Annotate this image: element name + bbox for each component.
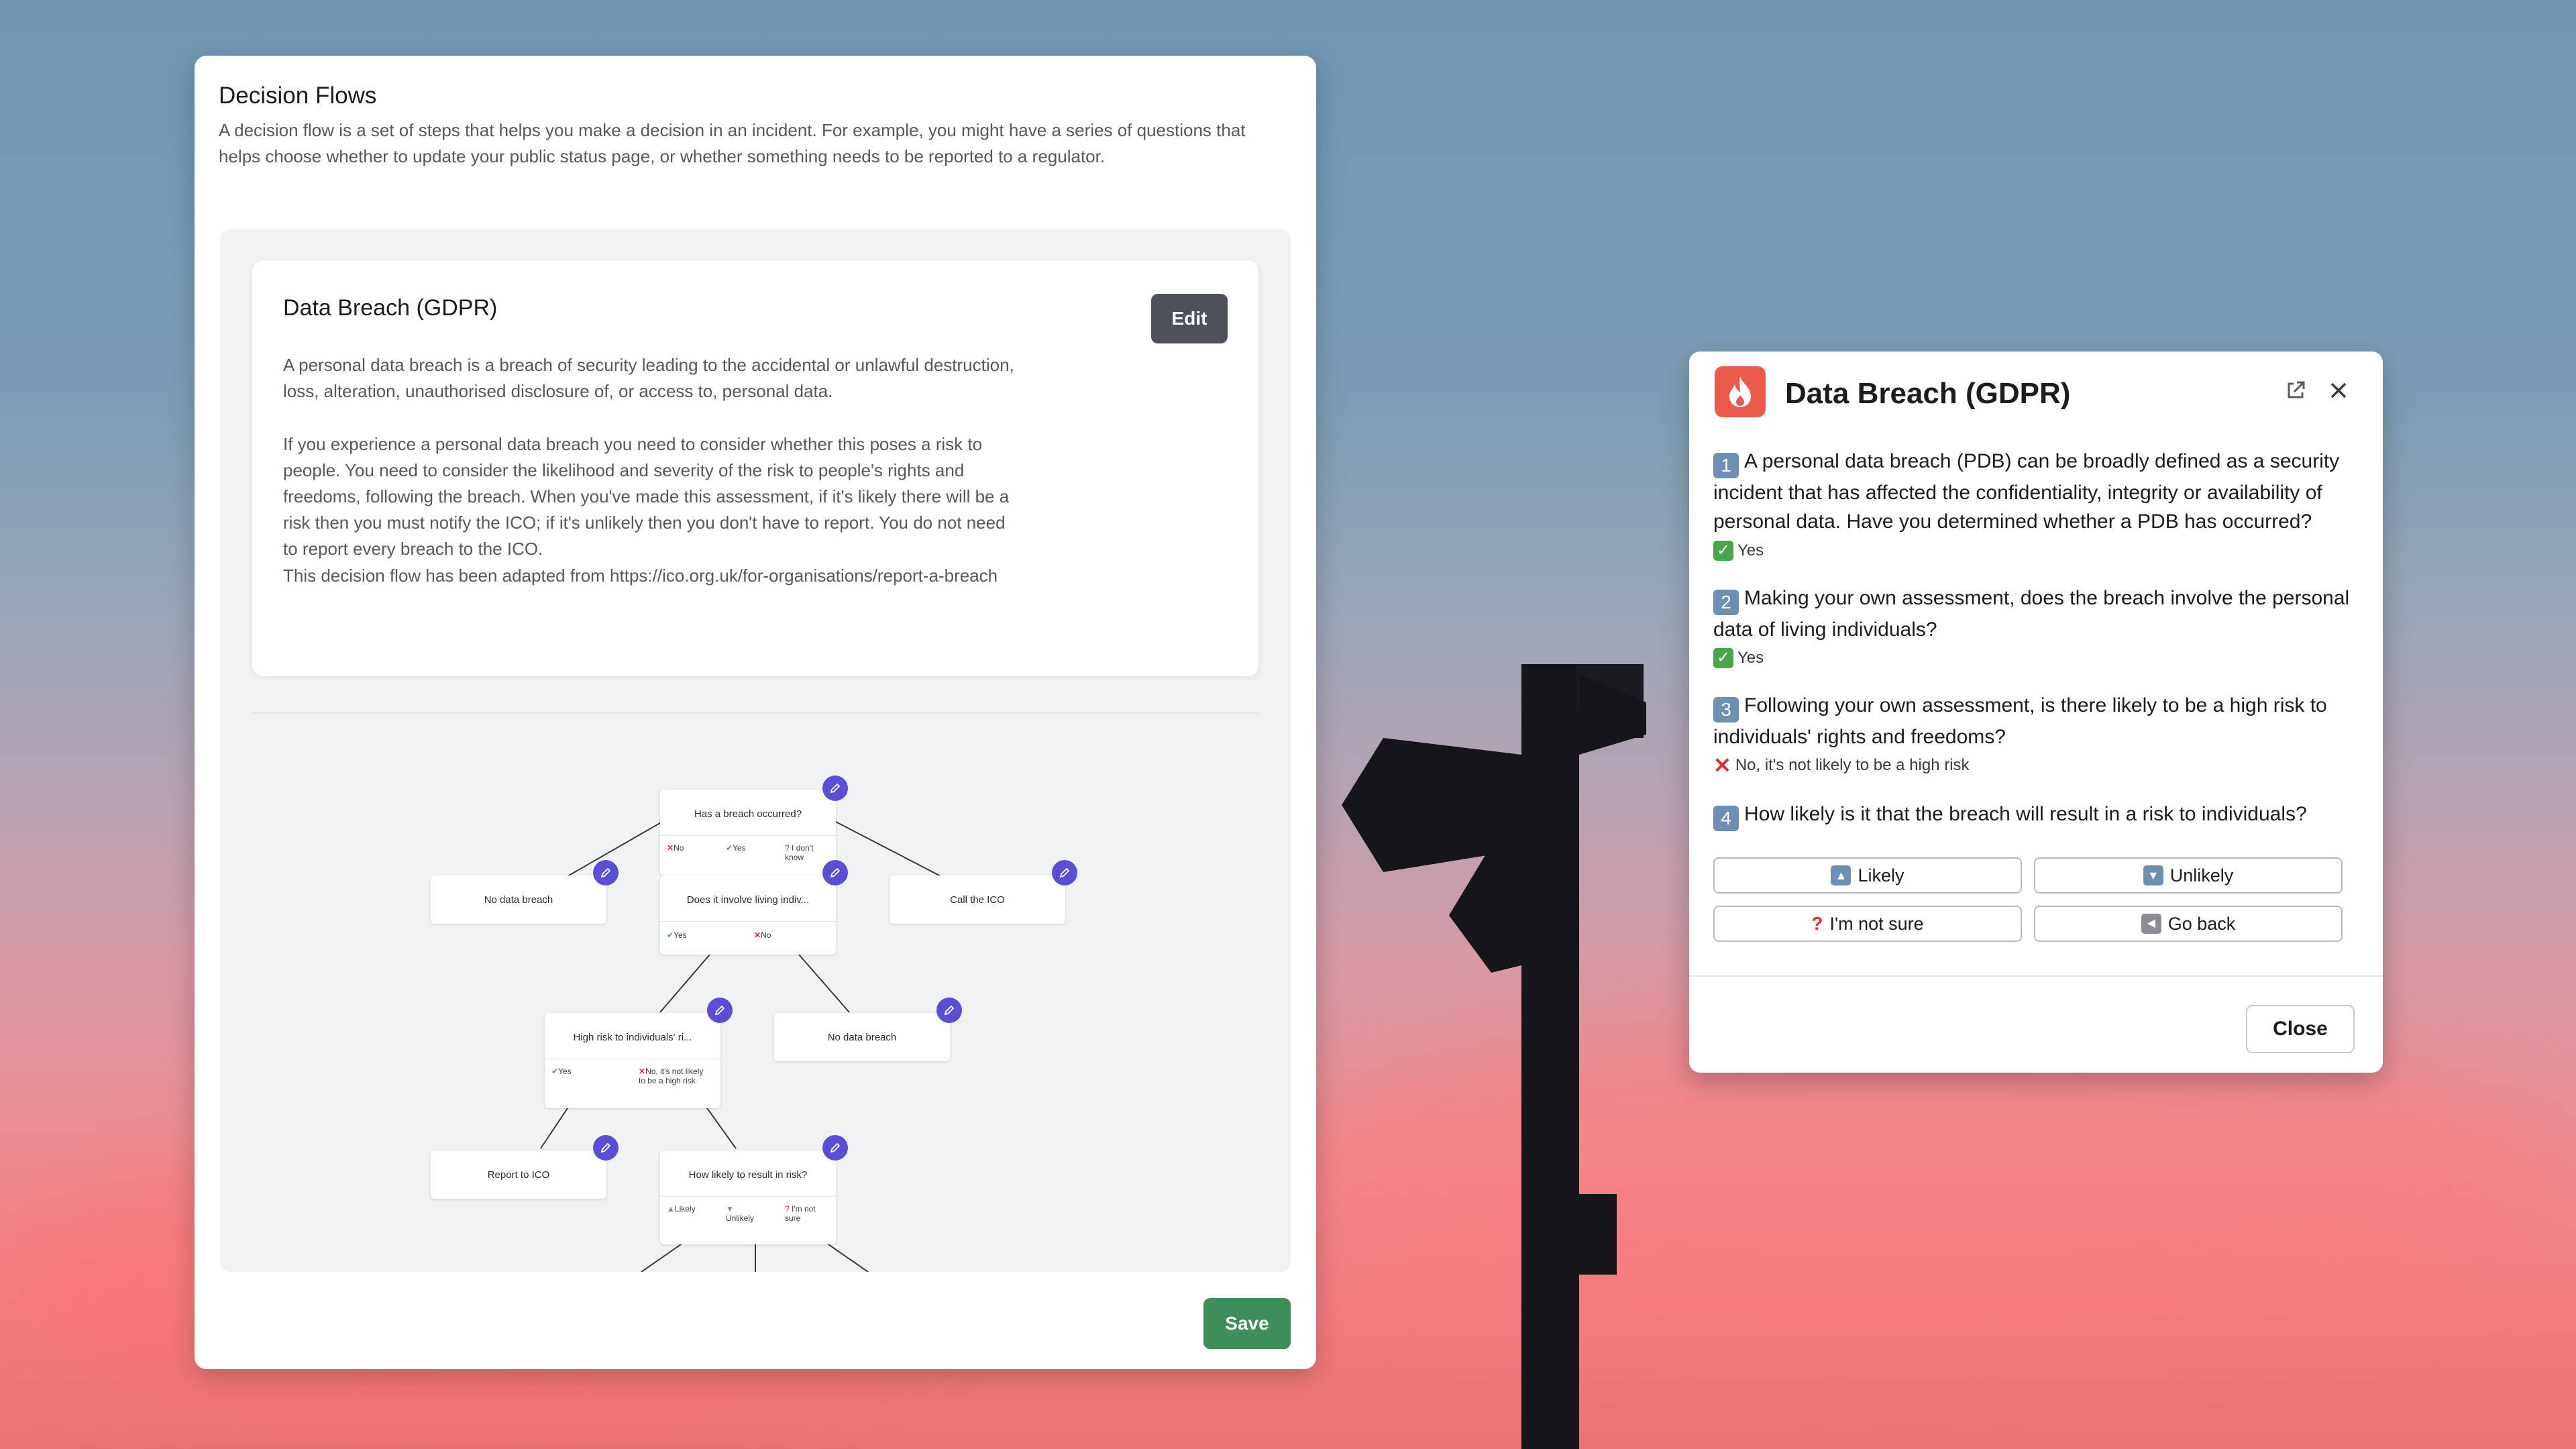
answer-3: ✕ No, it's not likely to be a high risk [1713,753,1970,777]
down-arrow-icon: ▼ [2143,865,2163,885]
pencil-icon[interactable] [593,1135,619,1161]
number-3-icon: 3 [1713,697,1739,722]
flow-node-title: Has a breach occurred? [694,808,802,820]
number-4-icon: 4 [1713,806,1739,831]
pencil-icon[interactable] [1052,860,1077,885]
cross-icon: ✕ [1713,753,1731,777]
flow-option-not-sure: ? I'm not sure [785,1204,816,1223]
close-button[interactable]: Close [2246,1005,2355,1053]
flow-node[interactable]: Report to ICO [431,1150,606,1199]
decision-flows-panel: Decision Flows A decision flow is a set … [195,56,1316,1369]
flow-node-title: How likely to result in risk? [688,1169,808,1181]
page-description: A decision flow is a set of steps that h… [219,120,1246,166]
likely-button[interactable]: ▲ Likely [1713,857,2022,894]
pencil-icon[interactable] [822,860,848,885]
flow-option-yes: ✔Yes [551,1067,572,1076]
external-link-icon[interactable] [2284,378,2308,402]
check-icon: ✓ [1713,648,1733,668]
flow-node[interactable]: Call the ICO [890,875,1065,924]
flow-connectors [540,820,945,1272]
pencil-icon[interactable] [822,775,848,801]
flow-node-title: High risk to individuals' ri... [573,1032,692,1043]
flow-node[interactable]: No data breach [431,875,606,924]
save-button[interactable]: Save [1203,1298,1291,1349]
pencil-icon[interactable] [707,998,733,1023]
decision-flow-container: Data Breach (GDPR) Edit A personal data … [220,229,1291,1272]
flame-icon [1715,366,1766,417]
flow-option-yes: ✔Yes [726,843,746,853]
number-2-icon: 2 [1713,590,1739,615]
decision-flow-diagram: Has a breach occurred? ✕No ✔Yes ? I don'… [220,229,1291,1272]
question-1: 1A personal data breach (PDB) can be bro… [1713,450,2340,533]
decision-flow-modal: Data Breach (GDPR) 1A personal data brea… [1689,352,2383,1073]
flow-node-title: Report to ICO [487,1169,550,1181]
page-title: Decision Flows [219,83,377,109]
check-icon: ✓ [1713,541,1733,561]
modal-divider [1689,975,2383,977]
flow-option-no: ✕No [667,843,684,853]
pencil-icon[interactable] [936,998,962,1023]
flow-node[interactable]: Does it involve living indiv... ✔Yes ✕No [660,875,836,955]
flow-node-title: No data breach [484,894,553,906]
question-2: 2 Making your own assessment, does the br… [1713,587,2350,641]
flow-node[interactable]: How likely to result in risk? ▲Likely ▼ U… [660,1150,836,1244]
unlikely-button[interactable]: ▼ Unlikely [2034,857,2343,894]
flow-node[interactable]: High risk to individuals' ri... ✔Yes ✕No… [545,1013,720,1108]
answer-2: ✓ Yes [1713,648,1764,668]
number-1-icon: 1 [1713,453,1739,478]
flow-node-title: Call the ICO [950,894,1005,906]
flow-option-unlikely: ▼ Unlikely [726,1204,755,1223]
question-mark-icon: ? [1811,913,1823,934]
flow-node-title: No data breach [827,1032,897,1043]
flow-option-no: ✕No [754,930,771,940]
not-sure-button[interactable]: ? I'm not sure [1713,906,2022,942]
flow-option-likely: ▲Likely [667,1204,696,1214]
flow-option-yes: ✔Yes [667,930,687,940]
flow-node[interactable]: No data breach [774,1013,950,1061]
flow-node[interactable]: Has a breach occurred? ✕No ✔Yes ? I don'… [660,790,836,875]
pencil-icon[interactable] [593,860,619,885]
flow-node-title: Does it involve living indiv... [686,894,810,906]
pencil-icon[interactable] [822,1135,848,1161]
question-3: 3 Following your own assessment, is there… [1713,694,2327,748]
go-back-button[interactable]: ◀ Go back [2034,906,2343,942]
up-arrow-icon: ▲ [1831,865,1851,885]
flow-option-unknown: ? I don't know [785,843,814,862]
back-arrow-icon: ◀ [2141,914,2161,934]
answer-1: ✓ Yes [1713,541,1764,561]
modal-title: Data Breach (GDPR) [1785,377,2071,410]
close-icon[interactable] [2326,378,2351,402]
flow-option-no: ✕No, it's not likely to be a high risk [639,1067,704,1085]
question-4: 4 How likely is it that the breach will r… [1713,800,2357,831]
